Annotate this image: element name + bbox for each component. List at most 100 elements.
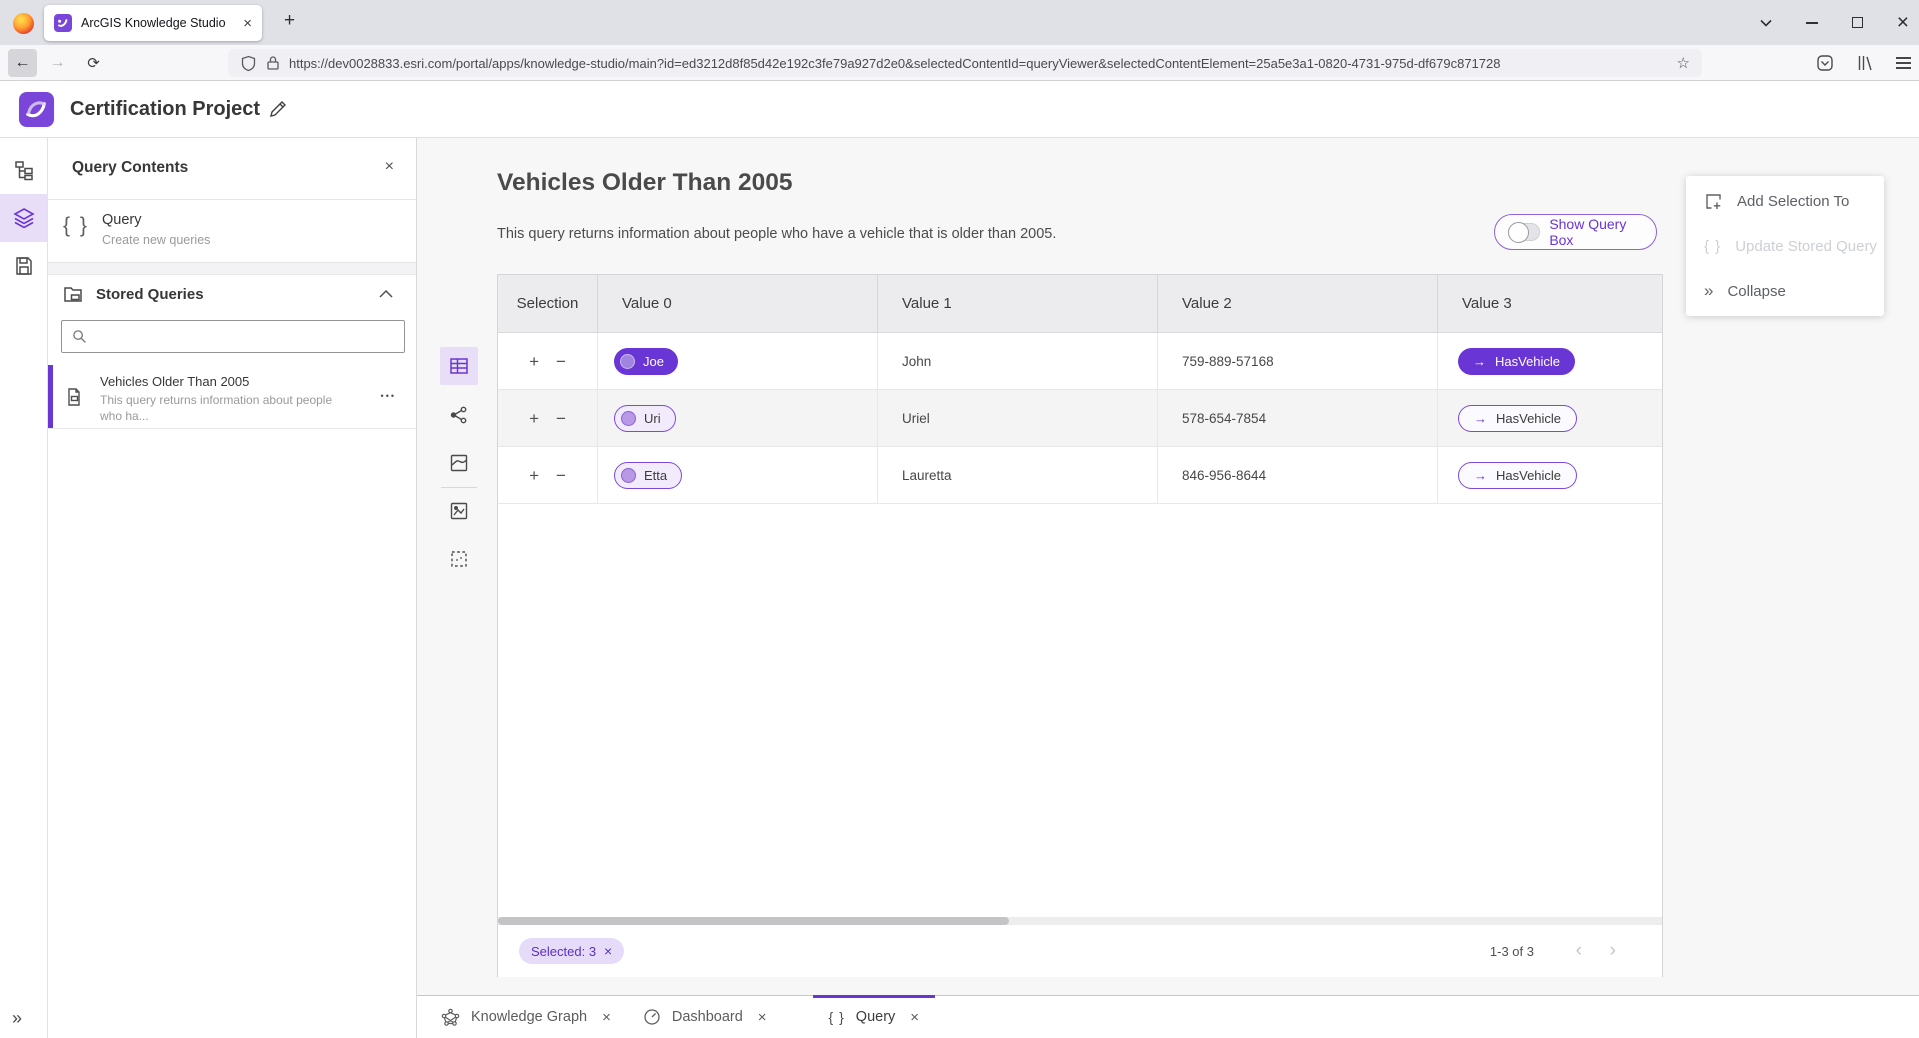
toggle-knob xyxy=(1508,222,1529,243)
map-icon xyxy=(449,453,469,473)
tab-label: Query xyxy=(856,1009,896,1025)
entity-pill[interactable]: Uri xyxy=(614,405,676,432)
firefox-view-button[interactable] xyxy=(9,9,37,37)
rail-link-chart-button[interactable] xyxy=(0,146,47,194)
dashed-selection-icon xyxy=(449,549,469,569)
query-item-subtitle: Create new queries xyxy=(102,233,210,247)
cell-value: Lauretta xyxy=(878,468,952,483)
browser-tabstrip: ArcGIS Knowledge Studio × + × xyxy=(0,0,1919,45)
relationship-pill[interactable]: → HasVehicle xyxy=(1458,405,1577,432)
add-to-map-button[interactable] xyxy=(440,492,478,530)
column-header: Value 2 xyxy=(1158,275,1438,332)
relationship-label: HasVehicle xyxy=(1496,411,1561,426)
stored-query-description: This query returns information about peo… xyxy=(100,393,338,424)
clear-selection-icon[interactable]: × xyxy=(604,943,612,959)
table-icon xyxy=(448,355,470,377)
tab-close-icon[interactable]: × xyxy=(602,1009,611,1026)
forward-button[interactable]: → xyxy=(43,49,72,77)
map-view-button[interactable] xyxy=(440,444,478,482)
layers-icon xyxy=(12,206,36,230)
arrow-right-icon: → xyxy=(1474,411,1487,426)
expand-rail-button[interactable]: » xyxy=(12,1008,22,1029)
stored-queries-header[interactable]: Stored Queries xyxy=(48,275,416,313)
reload-button[interactable]: ⟳ xyxy=(79,49,108,77)
add-selection-icon xyxy=(1704,192,1723,211)
browser-navbar: ← → ⟳ https://dev0028833.esri.com/portal… xyxy=(0,45,1919,81)
window-close-button[interactable]: × xyxy=(1897,12,1909,33)
query-item[interactable]: { } Query Create new queries xyxy=(48,200,416,263)
column-header: Selection xyxy=(498,275,598,332)
tab-query[interactable]: { } Query × xyxy=(813,996,936,1038)
cell-value: Uriel xyxy=(878,411,930,426)
tab-overflow-icon[interactable] xyxy=(1760,19,1772,27)
scrollbar-thumb[interactable] xyxy=(498,917,1009,925)
tab-close-icon[interactable]: × xyxy=(758,1009,767,1026)
search-input[interactable] xyxy=(95,329,394,344)
menu-hamburger-icon[interactable] xyxy=(1896,57,1911,69)
menu-item-update-stored-query[interactable]: { } Update Stored Query xyxy=(1686,223,1884,269)
relationship-pill[interactable]: →HasVehicle xyxy=(1458,348,1575,375)
remove-selection-icon[interactable]: − xyxy=(556,410,566,427)
firefox-logo-icon xyxy=(13,13,34,34)
tab-knowledge-graph[interactable]: Knowledge Graph × xyxy=(425,996,627,1038)
stored-query-item[interactable]: Vehicles Older Than 2005 This query retu… xyxy=(48,365,416,429)
next-page-button[interactable]: › xyxy=(1610,940,1616,962)
panel-header: Query Contents × xyxy=(48,138,416,200)
library-icon[interactable] xyxy=(1856,54,1874,72)
column-header: Value 3 xyxy=(1438,275,1662,332)
item-options-icon[interactable]: ••• xyxy=(381,391,396,401)
pocket-icon[interactable] xyxy=(1816,54,1834,72)
tab-dashboard[interactable]: Dashboard × xyxy=(627,996,783,1038)
selected-indicator xyxy=(48,365,53,428)
toggle-track[interactable] xyxy=(1508,223,1540,241)
link-chart-view-button[interactable] xyxy=(440,396,478,434)
remove-selection-icon[interactable]: − xyxy=(556,467,566,484)
rail-contents-button[interactable] xyxy=(0,194,47,242)
entity-pill[interactable]: Joe xyxy=(614,348,678,375)
url-bar[interactable]: https://dev0028833.esri.com/portal/apps/… xyxy=(228,49,1702,77)
remove-selection-icon[interactable]: − xyxy=(556,353,566,370)
tab-close-icon[interactable]: × xyxy=(910,1009,919,1026)
query-contents-panel: Query Contents × { } Query Create new qu… xyxy=(48,138,417,1038)
previous-page-button[interactable]: ‹ xyxy=(1576,940,1582,962)
selected-count-chip[interactable]: Selected: 3 × xyxy=(519,938,624,964)
entity-node-icon xyxy=(621,468,636,483)
back-button[interactable]: ← xyxy=(8,49,37,77)
tab-label: Dashboard xyxy=(672,1009,743,1025)
rail-save-button[interactable] xyxy=(0,242,47,290)
entity-pill[interactable]: Etta xyxy=(614,462,682,489)
add-selection-icon[interactable]: + xyxy=(529,410,539,427)
arrow-right-icon: → xyxy=(1474,468,1487,483)
chevron-up-icon[interactable] xyxy=(379,290,393,298)
menu-item-label: Collapse xyxy=(1727,283,1785,300)
edit-pencil-icon[interactable] xyxy=(268,99,288,119)
toolbar-divider xyxy=(441,487,477,488)
hierarchy-icon xyxy=(13,159,35,181)
table-view-button[interactable] xyxy=(440,347,478,385)
lock-icon[interactable] xyxy=(266,55,280,71)
tab-close-icon[interactable]: × xyxy=(243,16,252,31)
horizontal-scrollbar[interactable] xyxy=(498,917,1662,925)
bookmark-star-icon[interactable]: ☆ xyxy=(1677,54,1690,72)
add-selection-icon[interactable]: + xyxy=(529,467,539,484)
tracking-protection-shield-icon[interactable] xyxy=(240,55,257,72)
table-row: + − Joe John 759-889-57168 →HasVehicle xyxy=(498,333,1662,390)
menu-item-collapse[interactable]: » Collapse xyxy=(1686,268,1884,314)
entity-label: Uri xyxy=(644,411,661,426)
browser-tab[interactable]: ArcGIS Knowledge Studio × xyxy=(44,5,262,41)
window-minimize-button[interactable] xyxy=(1806,22,1818,24)
select-tool-button[interactable] xyxy=(440,540,478,578)
results-table: Selection Value 0 Value 1 Value 2 Value … xyxy=(497,274,1663,977)
relationship-pill[interactable]: →HasVehicle xyxy=(1458,462,1577,489)
menu-item-add-selection-to[interactable]: Add Selection To xyxy=(1686,178,1884,224)
window-maximize-button[interactable] xyxy=(1852,17,1863,28)
show-query-box-toggle[interactable]: Show Query Box xyxy=(1494,214,1657,250)
selected-count-label: Selected: 3 xyxy=(531,944,596,959)
add-selection-icon[interactable]: + xyxy=(529,353,539,370)
map-layers-icon xyxy=(449,501,469,521)
new-tab-button[interactable]: + xyxy=(284,10,295,32)
panel-close-icon[interactable]: × xyxy=(385,158,394,176)
stored-queries-search[interactable] xyxy=(61,320,405,353)
pagination-range: 1-3 of 3 xyxy=(1490,944,1534,959)
braces-icon: { } xyxy=(1704,238,1721,255)
